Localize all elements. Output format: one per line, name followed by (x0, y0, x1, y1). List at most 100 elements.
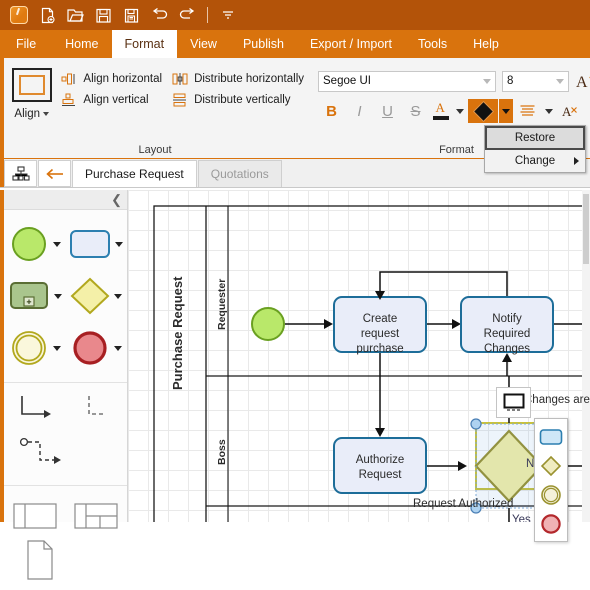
task-label-authorize-request: Authorize Request (355, 454, 405, 481)
diagram-tab-purchase-request[interactable]: Purchase Request (72, 160, 197, 187)
ribbon-tab-home[interactable]: Home (52, 30, 111, 58)
chevron-down-icon[interactable] (43, 111, 49, 116)
align-horizontal-icon (61, 72, 77, 86)
font-family-value: Segoe UI (323, 75, 371, 87)
shape-picker-task[interactable] (535, 422, 567, 451)
distribute-vertically-icon (172, 93, 188, 107)
shape-picker-gateway[interactable] (535, 451, 567, 480)
align-horizontal-label: Align horizontal (83, 73, 163, 85)
fill-color-button[interactable] (468, 99, 498, 123)
ribbon-tab-file[interactable]: File (0, 30, 52, 58)
palette-item-intermediate-event[interactable] (4, 328, 66, 368)
toolbar-divider (207, 7, 208, 23)
diagram-tree-icon[interactable] (4, 160, 37, 187)
font-size-value: 8 (507, 75, 514, 87)
change-shape-button[interactable] (496, 387, 531, 418)
redo-icon[interactable] (174, 2, 200, 28)
ribbon-tab-view[interactable]: View (177, 30, 230, 58)
font-color-dropdown[interactable] (453, 99, 467, 123)
save-as-icon[interactable] (118, 2, 144, 28)
bold-button[interactable]: B (318, 99, 345, 123)
ribbon-tab-tools[interactable]: Tools (405, 30, 460, 58)
palette-item-lane[interactable] (66, 502, 128, 530)
palette-item-gateway[interactable] (66, 277, 128, 315)
task-label-notify-changes: Notify Required Changes (483, 313, 531, 355)
italic-button[interactable]: I (346, 99, 373, 123)
sequence-flow-icon (20, 396, 51, 418)
font-color-button[interactable]: A (430, 100, 452, 122)
palette-item-subprocess[interactable] (4, 280, 66, 312)
palette-item-association-flow[interactable] (66, 394, 128, 428)
underline-button[interactable]: U (374, 99, 401, 123)
font-color-swatch (433, 116, 449, 120)
chevron-down-icon[interactable] (53, 293, 62, 299)
chevron-down-icon[interactable] (52, 241, 61, 247)
app-logo[interactable] (6, 2, 32, 28)
palette-item-data-object[interactable] (4, 539, 127, 581)
ribbon-tab-export-import[interactable]: Export / Import (297, 30, 405, 58)
shape-picker-popup[interactable] (534, 418, 568, 542)
palette-item-start-event[interactable] (4, 224, 66, 264)
palette-item-message-flow[interactable] (4, 434, 127, 474)
quick-access-toolbar (0, 0, 590, 30)
menu-item-restore[interactable]: Restore (485, 126, 585, 150)
back-arrow-icon[interactable] (38, 160, 71, 187)
distribute-horizontally-button[interactable]: Distribute horizontally (172, 72, 304, 86)
font-size-combo[interactable]: 8 (502, 70, 569, 92)
fill-color-dropdown[interactable] (499, 99, 513, 123)
palette-group-containers (4, 486, 127, 590)
align-horizontal-button[interactable]: Align horizontal (61, 72, 162, 86)
gateway-shape (70, 277, 110, 315)
text-align-button[interactable] (514, 99, 541, 123)
palette-item-sequence-flow[interactable] (4, 394, 66, 428)
align-vertical-button[interactable]: Align vertical (61, 93, 162, 107)
distribute-vertically-button[interactable]: Distribute vertically (172, 93, 304, 107)
chevron-down-icon[interactable] (115, 241, 124, 247)
ribbon-tab-help[interactable]: Help (460, 30, 512, 58)
palette-item-pool[interactable] (4, 502, 66, 530)
palette-item-end-event[interactable] (66, 328, 128, 368)
ribbon-tab-publish[interactable]: Publish (230, 30, 297, 58)
shrink-font-button[interactable]: A (557, 99, 584, 123)
collapse-panel-icon[interactable]: ❮ (111, 192, 122, 208)
shape-picker-intermediate-event[interactable] (535, 480, 567, 509)
palette-group-connectors (4, 383, 127, 486)
svg-text:A: A (562, 104, 572, 119)
submenu-arrow-icon (574, 157, 579, 165)
new-document-icon[interactable] (34, 2, 60, 28)
ribbon-tab-format[interactable]: Format (111, 30, 178, 58)
palette-item-task[interactable] (66, 228, 128, 260)
diagram-tab-quotations[interactable]: Quotations (197, 160, 282, 187)
chevron-down-icon[interactable] (556, 78, 564, 84)
canvas-vertical-scrollbar[interactable] (582, 190, 590, 522)
intermediate-event-shape (11, 331, 46, 365)
align-icon (11, 68, 52, 102)
pool-shape-icon (13, 503, 57, 529)
customize-quick-access-icon[interactable] (215, 2, 241, 28)
shape-picker-end-event[interactable] (535, 509, 567, 538)
strikethrough-button[interactable]: S (402, 99, 429, 123)
lane-label-requester: Requester (216, 278, 228, 330)
chevron-down-icon[interactable] (483, 78, 491, 84)
menu-item-change-label: Change (514, 155, 556, 167)
chevron-down-icon[interactable] (52, 345, 61, 351)
svg-text:A: A (576, 74, 588, 91)
font-family-combo[interactable]: Segoe UI (318, 70, 496, 92)
subprocess-shape (9, 282, 48, 309)
grow-font-button[interactable]: A (575, 70, 590, 92)
chevron-down-icon[interactable] (114, 345, 123, 351)
scrollbar-thumb[interactable] (583, 194, 589, 264)
open-icon[interactable] (62, 2, 88, 28)
ribbon-tab-bar: File Home Format View Publish Export / I… (0, 30, 590, 58)
data-object-icon (27, 540, 53, 580)
align-vertical-label: Align vertical (83, 94, 149, 106)
undo-icon[interactable] (146, 2, 172, 28)
gateway-label-request-authorized: Request Authorized (413, 498, 514, 510)
diagram-canvas[interactable]: Purchase Request Requester Boss Create r… (128, 190, 590, 522)
menu-item-change[interactable]: Change (485, 150, 585, 172)
edge-label-changes-required: Changes are required (524, 394, 590, 406)
chevron-down-icon[interactable] (114, 293, 123, 299)
distribute-vertically-label: Distribute vertically (194, 94, 291, 106)
save-icon[interactable] (90, 2, 116, 28)
text-align-dropdown[interactable] (542, 99, 556, 123)
